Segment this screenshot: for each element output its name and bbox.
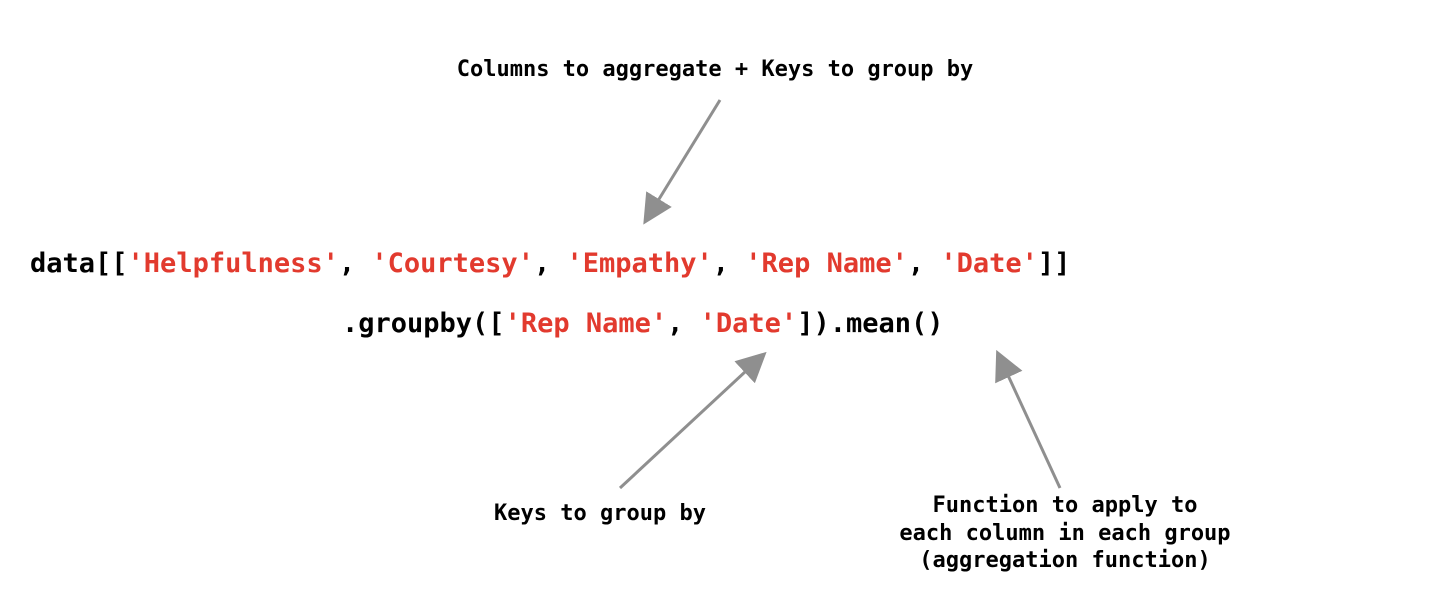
code-line-2: .groupby(['Rep Name', 'Date']).mean() bbox=[342, 308, 944, 339]
code-sep: , bbox=[667, 308, 700, 339]
bottom-right-annotation: Function to apply to each column in each… bbox=[885, 492, 1245, 575]
code-string: 'Courtesy' bbox=[371, 248, 534, 279]
top-annotation: Columns to aggregate + Keys to group by bbox=[0, 56, 1430, 84]
code-sep: , bbox=[534, 248, 567, 279]
code-line-1: data[['Helpfulness', 'Courtesy', 'Empath… bbox=[30, 248, 1070, 279]
code-string: 'Empathy' bbox=[566, 248, 712, 279]
code-sep: , bbox=[339, 248, 372, 279]
code-token: data[[ bbox=[30, 248, 128, 279]
code-token: .groupby([ bbox=[342, 308, 505, 339]
bottom-left-annotation: Keys to group by bbox=[460, 500, 740, 528]
code-sep: , bbox=[713, 248, 746, 279]
code-string: 'Date' bbox=[700, 308, 798, 339]
code-token: ]).mean() bbox=[797, 308, 943, 339]
code-string: 'Rep Name' bbox=[745, 248, 908, 279]
arrow-top bbox=[600, 95, 760, 235]
code-token: ]] bbox=[1038, 248, 1071, 279]
arrow-bottom-left bbox=[590, 348, 790, 498]
code-string: 'Helpfulness' bbox=[128, 248, 339, 279]
code-string: 'Rep Name' bbox=[505, 308, 668, 339]
code-string: 'Date' bbox=[940, 248, 1038, 279]
code-sep: , bbox=[908, 248, 941, 279]
diagram-stage: Columns to aggregate + Keys to group by … bbox=[0, 0, 1430, 605]
arrow-bottom-right bbox=[960, 348, 1110, 498]
